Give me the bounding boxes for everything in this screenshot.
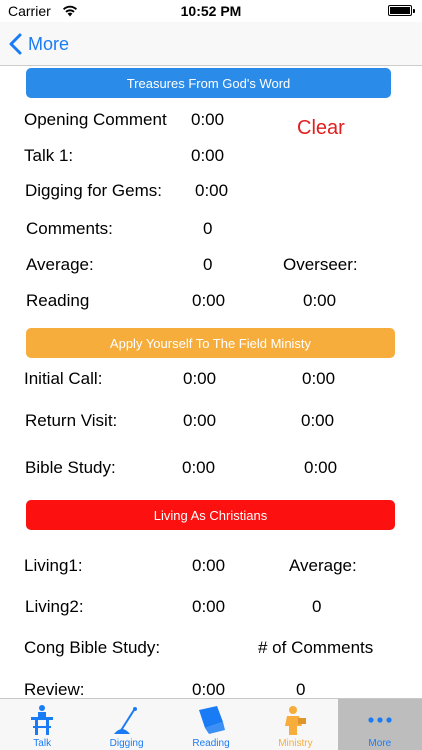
review-time[interactable]: 0:00 — [192, 680, 225, 698]
review-label: Review: — [24, 680, 85, 698]
podium-icon — [24, 703, 60, 737]
opening-comment-time[interactable]: 0:00 — [191, 110, 224, 130]
tab-talk-label: Talk — [33, 738, 52, 749]
meeting-timer-content: Treasures From God's Word Opening Commen… — [0, 66, 422, 698]
tab-reading-label: Reading — [192, 738, 230, 749]
tab-digging-label: Digging — [109, 738, 144, 749]
living-average-value: 0 — [312, 597, 322, 616]
tab-more[interactable]: More — [337, 699, 422, 750]
living2-time[interactable]: 0:00 — [192, 597, 225, 617]
average-value: 0 — [203, 255, 213, 274]
tab-digging[interactable]: Digging — [84, 699, 168, 750]
book-reader-icon — [193, 703, 229, 737]
tab-ministry-label: Ministry — [278, 738, 313, 749]
status-bar: Carrier 10:52 PM — [0, 0, 422, 22]
tab-talk[interactable]: Talk — [0, 699, 84, 750]
return-visit-time[interactable]: 0:00 — [183, 411, 216, 431]
digging-time[interactable]: 0:00 — [195, 181, 228, 201]
cong-bible-study-label: Cong Bible Study: — [24, 638, 161, 657]
overseer-label: Overseer: — [283, 255, 358, 274]
return-visit-time-2[interactable]: 0:00 — [301, 411, 334, 431]
back-button[interactable]: More — [8, 30, 69, 58]
section-header-treasures: Treasures From God's Word — [26, 68, 391, 98]
comments-label: Comments: — [26, 219, 113, 238]
chevron-left-icon — [9, 33, 22, 55]
opening-comment-label: Opening Comment — [24, 110, 167, 129]
more-dots-icon — [362, 703, 398, 737]
initial-call-time[interactable]: 0:00 — [183, 369, 216, 389]
battery-icon — [388, 5, 415, 16]
tab-more-label: More — [368, 738, 392, 749]
reading-overseer-time[interactable]: 0:00 — [303, 291, 336, 311]
clock: 10:52 PM — [180, 3, 242, 19]
tab-ministry[interactable]: Ministry — [253, 699, 337, 750]
digging-label: Digging for Gems: — [25, 181, 162, 200]
average-label: Average: — [26, 255, 94, 274]
section-header-living: Living As Christians — [26, 500, 395, 530]
talk1-label: Talk 1: — [24, 146, 74, 165]
living-average-label: Average: — [289, 556, 357, 575]
back-label: More — [28, 33, 70, 54]
living2-label: Living2: — [25, 597, 84, 616]
living1-label: Living1: — [24, 556, 83, 575]
clear-button[interactable]: Clear — [297, 117, 345, 140]
return-visit-label: Return Visit: — [25, 411, 118, 430]
bible-study-time-2[interactable]: 0:00 — [304, 458, 337, 478]
initial-call-label: Initial Call: — [24, 369, 103, 388]
section-header-apply: Apply Yourself To The Field Ministy — [26, 328, 395, 358]
talk1-time[interactable]: 0:00 — [191, 146, 224, 166]
tab-reading[interactable]: Reading — [169, 699, 253, 750]
comments-value: 0 — [203, 219, 213, 238]
num-comments-label: # of Comments — [258, 638, 374, 657]
bible-study-time[interactable]: 0:00 — [182, 458, 215, 478]
num-comments-value: 0 — [296, 680, 306, 698]
ministry-icon — [277, 703, 313, 737]
shovel-icon — [109, 703, 145, 737]
reading-time[interactable]: 0:00 — [192, 291, 225, 311]
reading-label: Reading — [26, 291, 90, 310]
tab-bar: Talk Digging Reading Ministry More — [0, 698, 422, 750]
bible-study-label: Bible Study: — [25, 458, 116, 477]
navigation-bar: More — [0, 22, 422, 66]
initial-call-time-2[interactable]: 0:00 — [302, 369, 335, 389]
living1-time[interactable]: 0:00 — [192, 556, 225, 576]
